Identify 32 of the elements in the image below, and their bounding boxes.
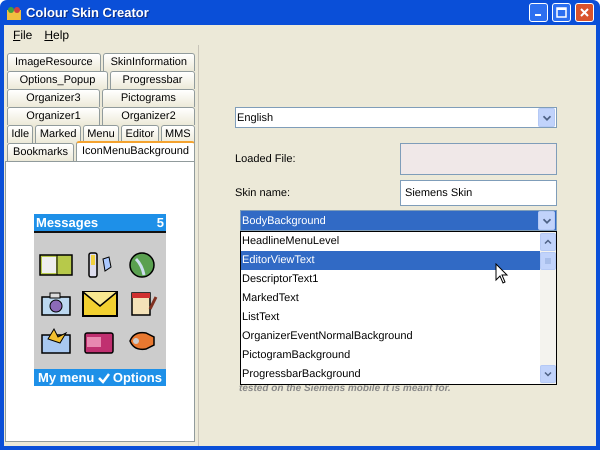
tab[interactable]: Organizer1: [7, 107, 100, 125]
message-count: 5: [156, 215, 164, 230]
tab[interactable]: ImageResource: [7, 53, 101, 71]
list-option[interactable]: PictogramBackground: [241, 346, 540, 365]
skin-name-field[interactable]: Siemens Skin: [400, 180, 557, 206]
field-label: Skin name:: [235, 187, 290, 199]
list-option[interactable]: EditorViewText: [241, 251, 540, 270]
tab[interactable]: Organizer3: [7, 89, 100, 107]
tab[interactable]: SkinInformation: [102, 53, 195, 71]
list-option[interactable]: DescriptorText1: [241, 270, 540, 289]
field-label: Loaded File:: [235, 153, 296, 165]
screen-title: Messages: [36, 215, 98, 230]
softkey-label: Options: [112, 370, 162, 385]
tab[interactable]: Progressbar: [110, 71, 196, 89]
menu-item[interactable]: Help: [39, 26, 74, 44]
element-dropdown[interactable]: BodyBackground: [240, 210, 557, 231]
tab[interactable]: Options_Popup: [7, 71, 108, 89]
tab[interactable]: IconMenuBackground: [76, 141, 196, 161]
list-option[interactable]: MarkedText: [241, 289, 540, 308]
language-dropdown[interactable]: English: [235, 107, 557, 128]
tab[interactable]: Organizer2: [102, 107, 195, 125]
tab[interactable]: Bookmarks: [7, 143, 74, 161]
list-option[interactable]: ListText: [241, 308, 540, 327]
list-option[interactable]: OrganizerEventNormalBackground: [241, 327, 540, 346]
tab[interactable]: Pictograms: [102, 89, 196, 107]
window-title: Colour Skin Creator: [26, 5, 150, 20]
tab[interactable]: Idle: [7, 125, 34, 143]
softkey-label: My menu: [38, 370, 94, 385]
menu-item[interactable]: File: [8, 26, 38, 44]
list-option[interactable]: HeadlineMenuLevel: [241, 232, 540, 251]
tab[interactable]: Marked: [35, 125, 81, 143]
list-option[interactable]: ProgressbarBackground: [241, 365, 540, 384]
